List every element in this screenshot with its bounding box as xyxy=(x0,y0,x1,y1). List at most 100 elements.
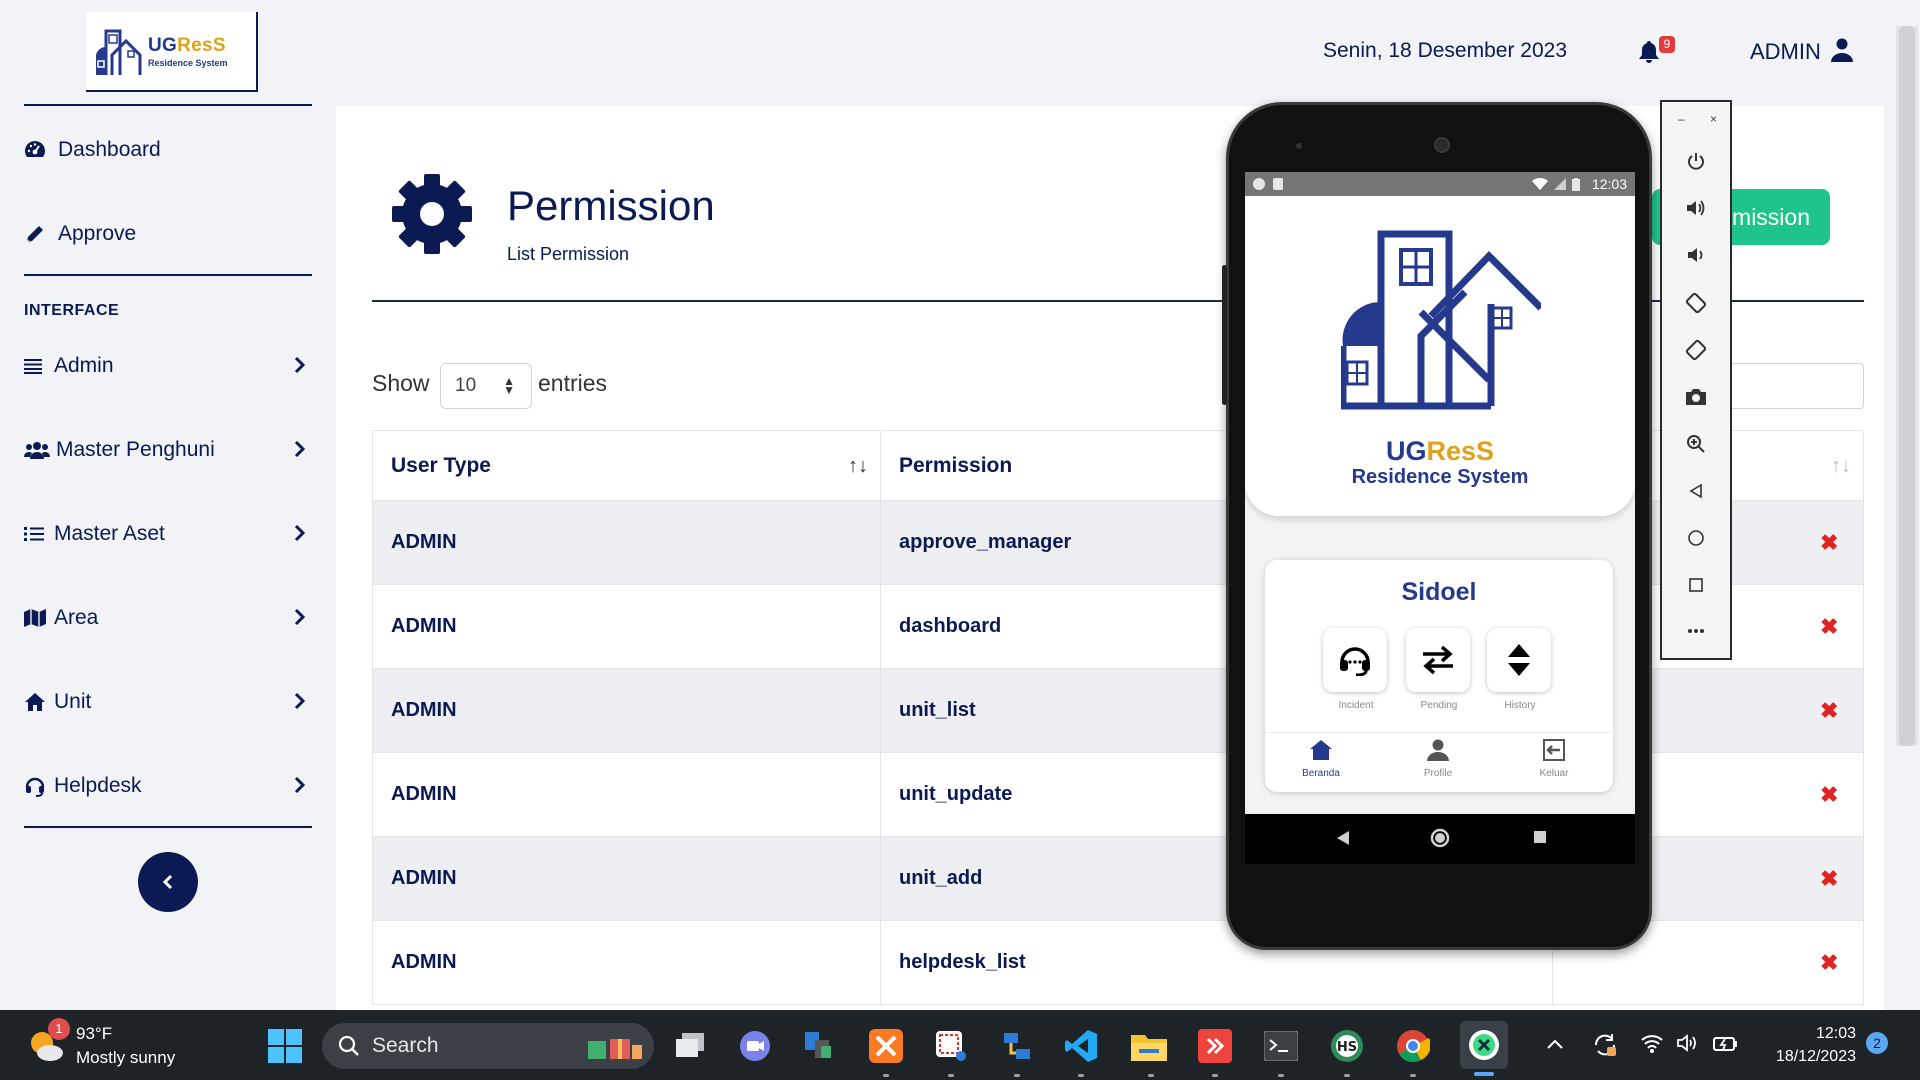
chevron-left-icon xyxy=(162,874,173,890)
brand-logo[interactable]: UGResS Residence System xyxy=(86,12,258,92)
file-explorer-icon[interactable] xyxy=(1130,1027,1168,1065)
app-brand-tagline: Residence System xyxy=(1351,466,1529,488)
chevron-up-icon[interactable] xyxy=(1546,1038,1564,1050)
delete-icon[interactable]: ✖ xyxy=(1820,782,1838,808)
android-nav-bar xyxy=(1245,814,1635,864)
vscode-icon[interactable] xyxy=(1062,1027,1100,1065)
column-header-user-type[interactable]: User Type ↑↓ xyxy=(372,430,881,501)
xampp-icon[interactable] xyxy=(867,1027,905,1065)
sort-icon[interactable]: ↑↓ xyxy=(1831,455,1851,478)
incident-button[interactable]: Incident xyxy=(1323,628,1389,711)
zoom-icon[interactable] xyxy=(1662,427,1730,461)
terminal-icon[interactable] xyxy=(1262,1027,1300,1065)
nav-beranda[interactable]: Beranda xyxy=(1281,739,1361,779)
current-date: Senin, 18 Desember 2023 xyxy=(1323,39,1567,62)
sidebar-item-dashboard[interactable]: Dashboard xyxy=(24,130,312,170)
snipping-tool-icon[interactable] xyxy=(932,1027,970,1065)
sort-icon[interactable]: ↑↓ xyxy=(848,455,868,478)
nav-label: Profile xyxy=(1423,768,1453,779)
nav-keluar[interactable]: Keluar xyxy=(1514,739,1594,779)
close-icon[interactable]: × xyxy=(1710,112,1717,126)
user-icon xyxy=(1427,739,1449,761)
sidebar-item-admin[interactable]: Admin xyxy=(24,346,312,386)
sidebar-item-helpdesk[interactable]: Helpdesk xyxy=(24,766,312,806)
android-emulator-window[interactable]: 12:03 UGResS Residence System Sidoel Inc… xyxy=(1222,102,1652,950)
clock-time: 12:03 xyxy=(1815,1025,1856,1042)
back-icon[interactable] xyxy=(1662,474,1730,508)
sidebar-item-label: Dashboard xyxy=(58,138,161,161)
gear-icon xyxy=(392,174,472,254)
bell-icon[interactable] xyxy=(1638,40,1660,64)
nav-profile[interactable]: Profile xyxy=(1398,739,1478,779)
minimize-icon[interactable]: – xyxy=(1678,112,1685,126)
delete-icon[interactable]: ✖ xyxy=(1820,614,1838,640)
emulator-screen[interactable]: 12:03 UGResS Residence System Sidoel Inc… xyxy=(1245,172,1635,864)
delete-icon[interactable]: ✖ xyxy=(1820,530,1838,556)
task-view-icon[interactable] xyxy=(672,1027,710,1065)
chevron-right-icon xyxy=(294,608,306,626)
hs-app-icon[interactable]: HS xyxy=(1328,1027,1366,1065)
sync-icon[interactable] xyxy=(1592,1032,1618,1058)
svg-text:HS: HS xyxy=(1337,1040,1357,1055)
sidebar-item-area[interactable]: Area xyxy=(24,598,312,638)
nav-label: Beranda xyxy=(1302,768,1340,779)
volume-down-icon[interactable] xyxy=(1662,238,1730,272)
rotate-right-icon[interactable] xyxy=(1662,333,1730,367)
running-indicator xyxy=(1344,1074,1350,1077)
chrome-icon[interactable] xyxy=(1394,1027,1432,1065)
android-studio-icon[interactable] xyxy=(1460,1021,1508,1069)
chevron-right-icon xyxy=(294,776,306,794)
overview-icon[interactable] xyxy=(1662,568,1730,602)
battery-charging-icon[interactable] xyxy=(1712,1032,1740,1054)
taskbar-search[interactable]: Search xyxy=(322,1023,654,1069)
sidebar-collapse-button[interactable] xyxy=(138,852,198,912)
pending-button[interactable]: Pending xyxy=(1406,628,1472,711)
page-subtitle: List Permission xyxy=(507,244,630,264)
running-indicator xyxy=(1410,1074,1416,1077)
users-icon xyxy=(24,441,54,459)
more-icon[interactable] xyxy=(1662,614,1730,648)
android-overview-icon[interactable] xyxy=(1533,830,1547,844)
delete-icon[interactable]: ✖ xyxy=(1820,950,1838,976)
rotate-left-icon[interactable] xyxy=(1662,286,1730,320)
android-back-icon[interactable] xyxy=(1335,830,1351,846)
power-icon[interactable] xyxy=(1662,144,1730,178)
sidebar-item-label: Approve xyxy=(58,222,137,245)
brand-tagline: Residence System xyxy=(148,57,228,68)
sort-icon xyxy=(1508,644,1530,676)
chevron-right-icon xyxy=(294,356,306,374)
entries-per-page-select[interactable]: 10 ▲ ▼ xyxy=(440,363,532,409)
android-home-icon[interactable] xyxy=(1430,828,1450,848)
delete-icon[interactable]: ✖ xyxy=(1820,698,1838,724)
wifi-icon[interactable] xyxy=(1640,1032,1664,1054)
teams-chat-icon[interactable] xyxy=(736,1027,774,1065)
network-tool-icon[interactable] xyxy=(998,1027,1036,1065)
sidebar-item-label: Master Aset xyxy=(54,522,165,545)
system-clock[interactable]: 12:03 18/12/2023 xyxy=(1760,1022,1856,1068)
camera-icon[interactable] xyxy=(1662,380,1730,414)
history-button[interactable]: History xyxy=(1487,628,1553,711)
volume-up-icon[interactable] xyxy=(1662,191,1730,225)
cell-user-type: ADMIN xyxy=(372,584,881,669)
sidebar-item-unit[interactable]: Unit xyxy=(24,682,312,722)
sd-card-icon xyxy=(1273,178,1283,190)
battery-icon xyxy=(1571,177,1580,191)
anydesk-icon[interactable] xyxy=(1196,1027,1234,1065)
app-network-icon[interactable] xyxy=(800,1027,838,1065)
windows-start-icon[interactable] xyxy=(266,1027,304,1065)
gift-icon xyxy=(588,1039,642,1059)
clock-date: 18/12/2023 xyxy=(1775,1048,1856,1065)
sidebar-item-master-penghuni[interactable]: Master Penghuni xyxy=(24,430,312,470)
notification-center-badge[interactable]: 2 xyxy=(1866,1032,1888,1054)
user-icon[interactable] xyxy=(1831,38,1853,62)
sidebar-item-approve[interactable]: Approve xyxy=(24,214,312,254)
nav-label: Keluar xyxy=(1539,768,1569,779)
pencil-icon xyxy=(24,223,54,245)
volume-icon[interactable] xyxy=(1676,1032,1700,1054)
delete-icon[interactable]: ✖ xyxy=(1820,866,1838,892)
user-menu-label[interactable]: ADMIN xyxy=(1750,39,1821,65)
page-scrollbar[interactable] xyxy=(1896,26,1918,746)
home-icon[interactable] xyxy=(1662,521,1730,555)
scrollbar-thumb[interactable] xyxy=(1899,26,1915,746)
sidebar-item-master-aset[interactable]: Master Aset xyxy=(24,514,312,554)
